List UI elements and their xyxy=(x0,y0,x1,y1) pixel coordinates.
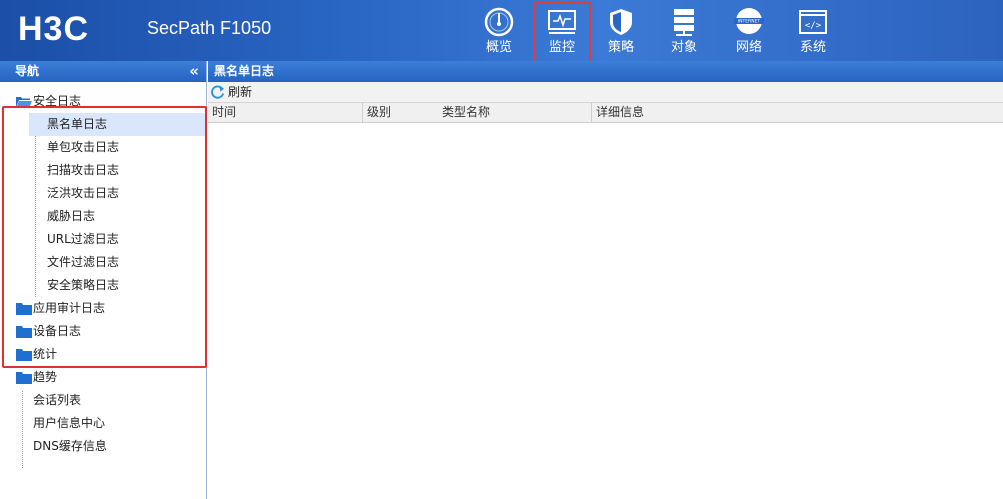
gauge-icon xyxy=(484,7,514,37)
nav-label: 概览 xyxy=(485,40,512,55)
column-header-type-name[interactable]: 类型名称 xyxy=(438,103,591,122)
svg-text:INTERNET: INTERNET xyxy=(738,19,761,25)
tree-item-session-list[interactable]: 会话列表 xyxy=(0,389,206,412)
nav-overview[interactable]: 概览 xyxy=(470,4,528,60)
h3c-logo: H3C xyxy=(18,10,90,48)
folder-icon xyxy=(16,372,32,384)
sidebar: 导航 « 安全日志 黑名单日志 单包攻击日志 扫描攻击日志 泛洪攻击日志 威胁日… xyxy=(0,61,207,499)
tree-node-trend[interactable]: 趋势 xyxy=(0,366,206,389)
sidebar-title: 导航 xyxy=(15,64,40,78)
tree-item-threat-log[interactable]: 威胁日志 xyxy=(0,205,206,228)
internet-icon: INTERNET xyxy=(734,8,764,34)
folder-icon xyxy=(16,326,32,338)
refresh-icon xyxy=(211,85,225,99)
open-folder-icon xyxy=(16,97,32,108)
svg-text:</>: </> xyxy=(805,21,822,31)
tree-item-scan-attack-log[interactable]: 扫描攻击日志 xyxy=(0,159,206,182)
tree-item-blacklist-log[interactable]: 黑名单日志 xyxy=(29,113,205,136)
top-header: H3C SecPath F1050 概览 监控 策略 对象 INTERNET 网… xyxy=(0,0,1003,66)
shield-icon xyxy=(610,9,632,35)
collapse-sidebar-icon[interactable]: « xyxy=(189,61,199,81)
tree-item-file-filter-log[interactable]: 文件过滤日志 xyxy=(0,251,206,274)
product-name: SecPath F1050 xyxy=(147,18,272,38)
nav-label: 对象 xyxy=(670,40,697,55)
refresh-button[interactable]: 刷新 xyxy=(210,82,252,102)
nav-label: 网络 xyxy=(735,40,762,55)
tree-item-url-filter-log[interactable]: URL过滤日志 xyxy=(0,228,206,251)
nav-label: 监控 xyxy=(548,40,575,55)
toolbar: 刷新 xyxy=(208,82,1003,103)
folder-icon xyxy=(16,349,32,361)
page-title: 黑名单日志 xyxy=(208,61,1003,82)
nav-label: 系统 xyxy=(799,40,826,55)
monitor-icon xyxy=(548,10,576,34)
tree-item-dns-cache[interactable]: DNS缓存信息 xyxy=(0,435,206,458)
refresh-label: 刷新 xyxy=(228,85,253,99)
nav-tree: 安全日志 黑名单日志 单包攻击日志 扫描攻击日志 泛洪攻击日志 威胁日志 URL… xyxy=(0,82,207,468)
nav-monitor[interactable]: 监控 xyxy=(533,2,591,66)
tree-node-device-log[interactable]: 设备日志 xyxy=(0,320,206,343)
tree-item-user-info-center[interactable]: 用户信息中心 xyxy=(0,412,206,435)
tree-node-app-audit-log[interactable]: 应用审计日志 xyxy=(0,297,206,320)
tree-node-security-log[interactable]: 安全日志 xyxy=(0,90,206,113)
column-header-level[interactable]: 级别 xyxy=(362,103,438,122)
nav-label: 策略 xyxy=(607,40,634,55)
tree-node-statistics[interactable]: 统计 xyxy=(0,343,206,366)
tree-item-flood-attack-log[interactable]: 泛洪攻击日志 xyxy=(0,182,206,205)
nav-system[interactable]: </> 系统 xyxy=(784,4,842,60)
code-window-icon: </> xyxy=(799,10,827,34)
tree-item-security-policy-log[interactable]: 安全策略日志 xyxy=(0,274,206,297)
folder-icon xyxy=(16,303,32,315)
main-panel: 黑名单日志 刷新 时间 级别 类型名称 详细信息 xyxy=(208,61,1003,499)
tree-item-single-packet-attack-log[interactable]: 单包攻击日志 xyxy=(0,136,206,159)
table-header: 时间 级别 类型名称 详细信息 xyxy=(208,103,1003,123)
column-header-detail[interactable]: 详细信息 xyxy=(591,103,1003,122)
server-icon xyxy=(674,9,694,36)
sidebar-header: 导航 « xyxy=(0,61,206,82)
nav-objects[interactable]: 对象 xyxy=(655,4,713,60)
nav-policy[interactable]: 策略 xyxy=(592,4,650,60)
column-header-time[interactable]: 时间 xyxy=(208,103,362,122)
nav-network[interactable]: INTERNET 网络 xyxy=(720,4,778,60)
